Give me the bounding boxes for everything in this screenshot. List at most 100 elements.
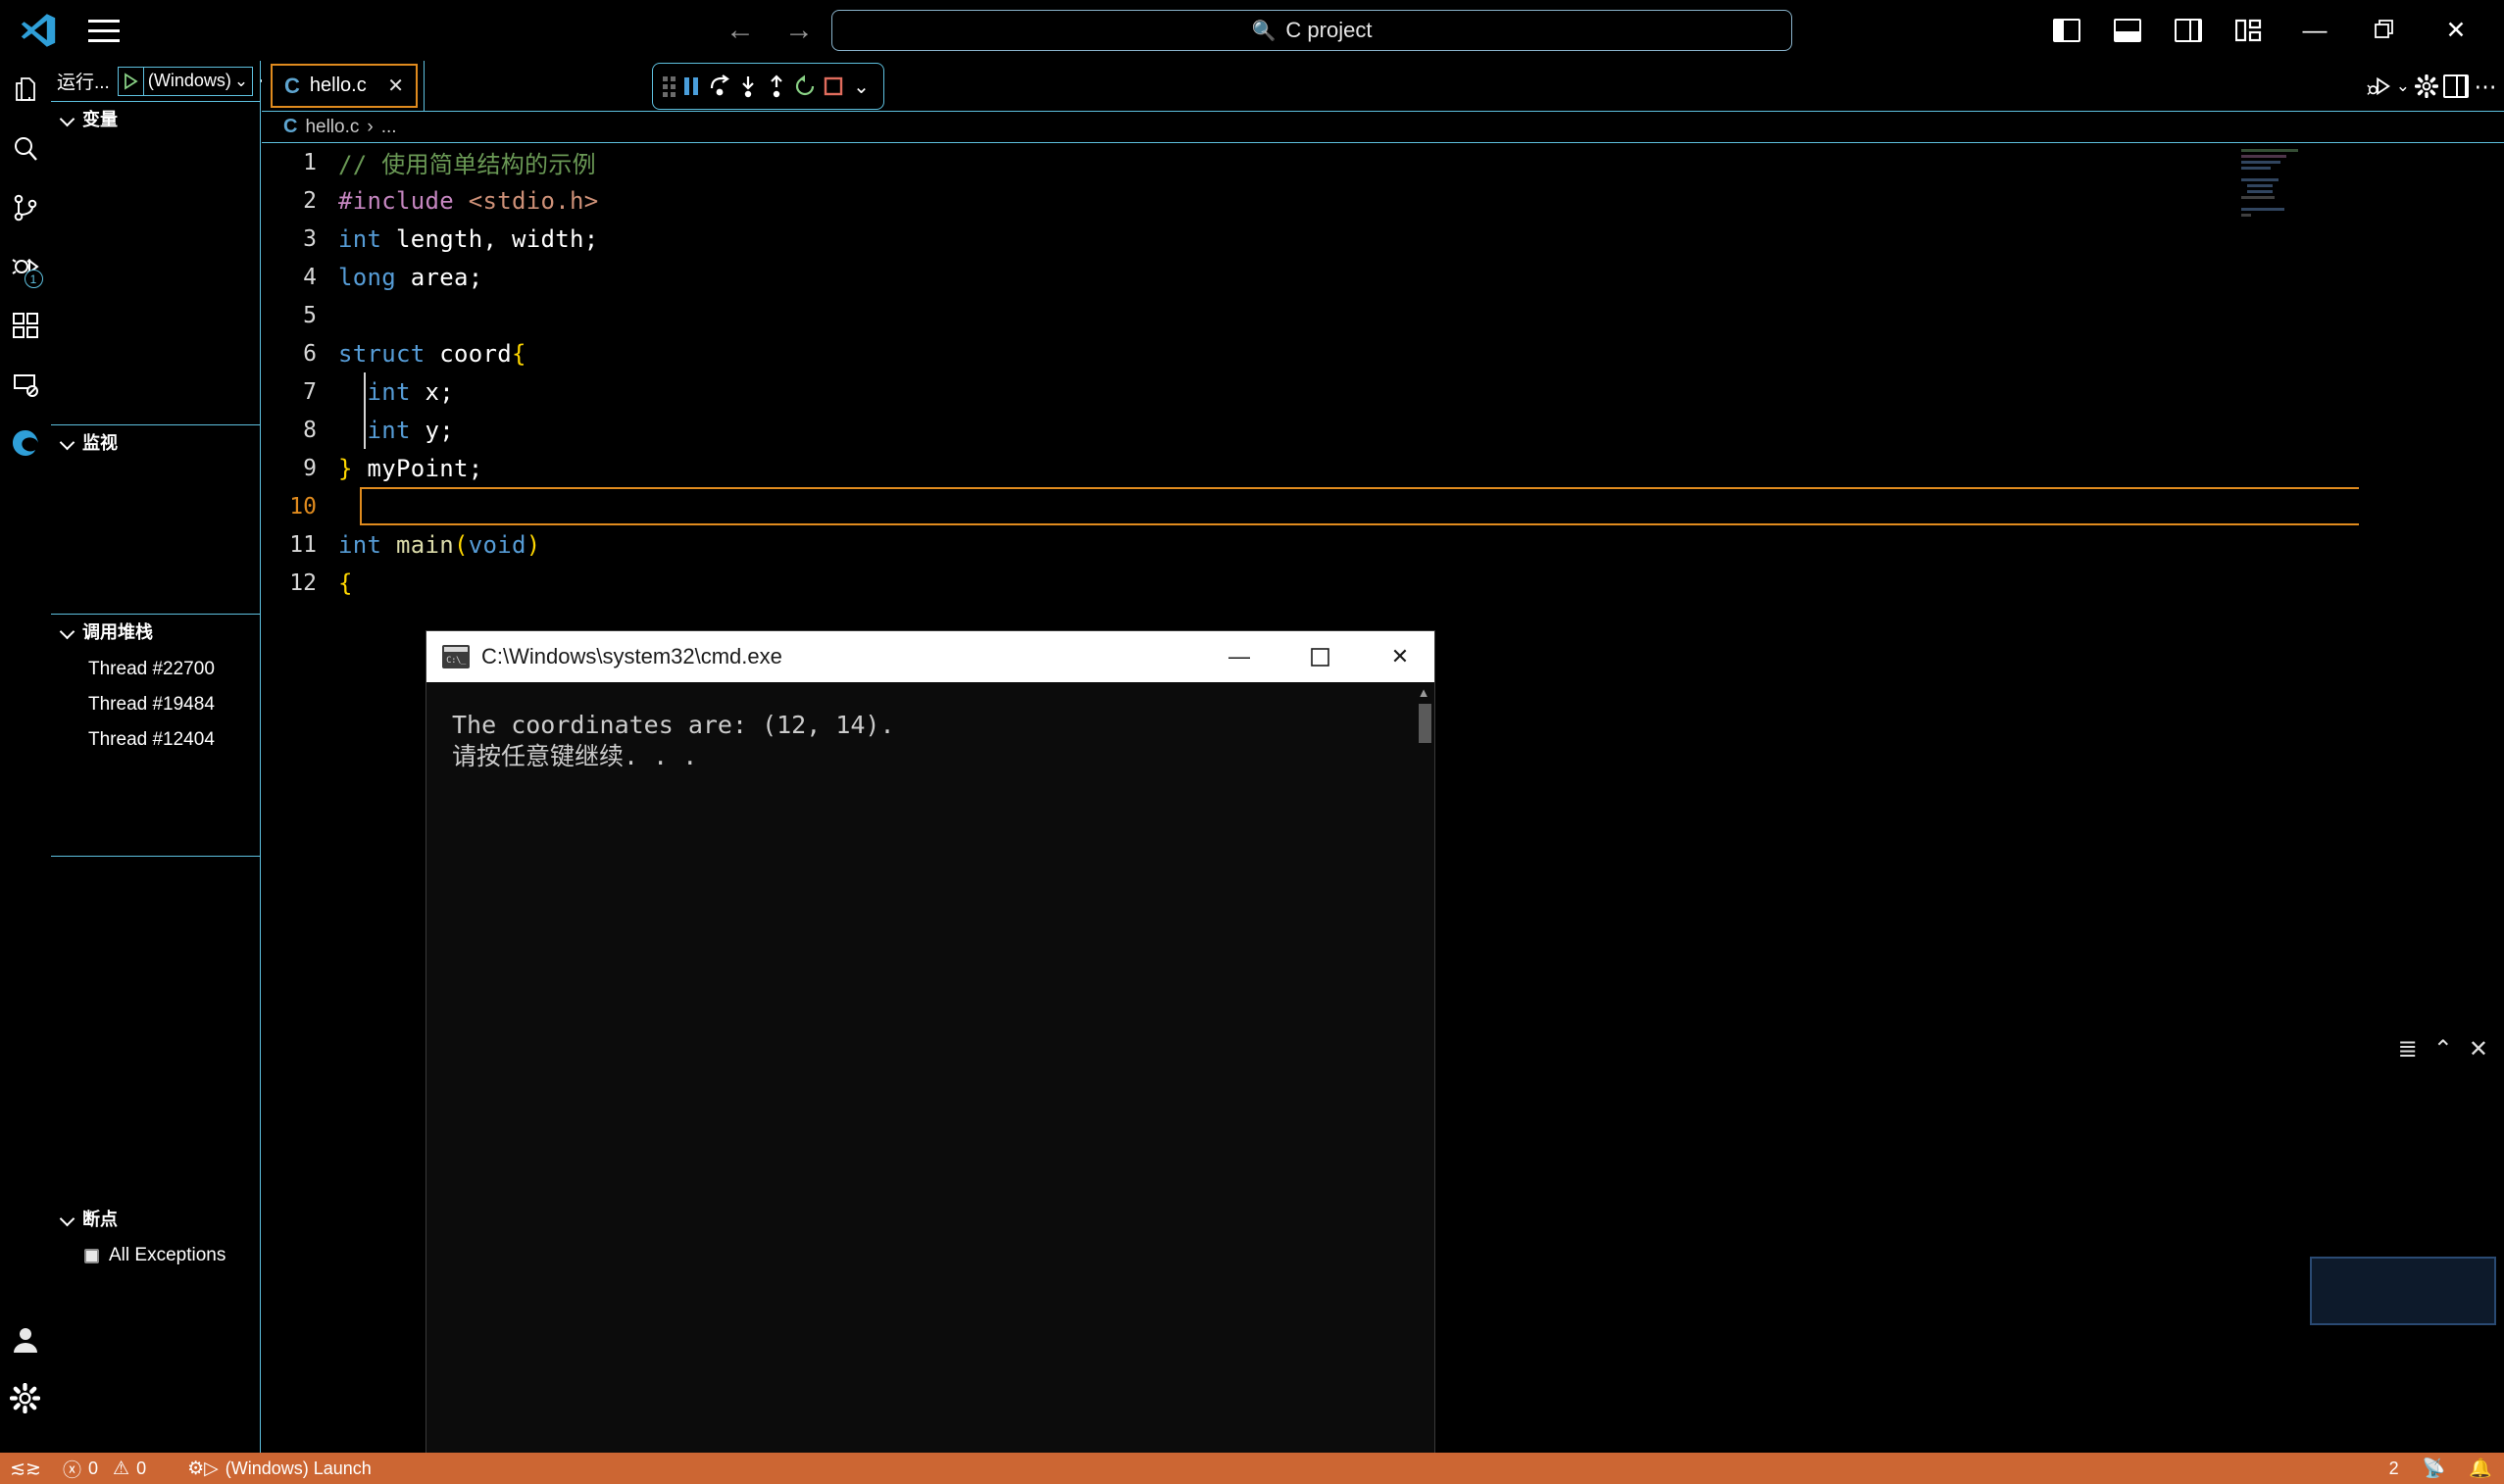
code-text[interactable]: // 使用简单结构的示例: [338, 145, 596, 179]
sidebar-item-search[interactable]: [0, 120, 51, 178]
forward-arrow-icon[interactable]: →: [784, 16, 814, 45]
remote-indicator[interactable]: ≲≳: [0, 1453, 51, 1484]
code-text[interactable]: int length, width;: [338, 225, 599, 253]
code-line[interactable]: 9 } myPoint;: [262, 449, 2504, 487]
cmd-window[interactable]: C:\_ C:\Windows\system32\cmd.exe — ✕ The…: [426, 630, 1435, 1484]
step-into-button[interactable]: [735, 72, 761, 101]
c-file-icon: C: [284, 73, 300, 98]
start-debugging-button[interactable]: [119, 67, 144, 95]
code-line[interactable]: 7 int x;: [262, 372, 2504, 411]
panel-collapse-icon[interactable]: ⌃: [2433, 1035, 2453, 1064]
code-line[interactable]: 3 int length, width;: [262, 220, 2504, 258]
code-line[interactable]: 4 long area;: [262, 258, 2504, 296]
code-text[interactable]: int x;: [338, 378, 454, 406]
list-item[interactable]: Thread #22700: [51, 652, 260, 687]
code-line[interactable]: 2 #include <stdio.h>: [262, 181, 2504, 220]
stop-button[interactable]: [821, 72, 846, 101]
code-text[interactable]: long area;: [338, 264, 483, 291]
pause-button[interactable]: [678, 72, 704, 101]
panel-list-icon[interactable]: ≣: [2398, 1035, 2418, 1064]
close-icon[interactable]: ✕: [387, 74, 404, 98]
manage-settings-button[interactable]: [0, 1368, 51, 1427]
code-line[interactable]: 8 int y;: [262, 411, 2504, 449]
breakpoint-checkbox[interactable]: [84, 1248, 99, 1263]
cmd-title-bar[interactable]: C:\_ C:\Windows\system32\cmd.exe — ✕: [426, 631, 1434, 682]
sidebar-item-edge-tools[interactable]: [0, 414, 51, 472]
split-editor-button[interactable]: [2443, 72, 2469, 101]
hamburger-menu-icon[interactable]: [82, 11, 125, 50]
breadcrumb[interactable]: C hello.c › ...: [262, 112, 2504, 143]
customize-layout-button[interactable]: [2224, 8, 2275, 53]
toggle-secondary-sidebar-button[interactable]: [2163, 8, 2214, 53]
code-line[interactable]: 5: [262, 296, 2504, 334]
code-lines[interactable]: 1 // 使用简单结构的示例 2 #include <stdio.h> 3 int len…: [262, 143, 2504, 602]
code-token: length, width;: [381, 224, 599, 253]
cmd-maximize-button[interactable]: [1285, 631, 1354, 682]
list-item[interactable]: Thread #12404: [51, 722, 260, 758]
sidebar-item-run-and-debug[interactable]: 1: [0, 237, 51, 296]
scroll-thumb[interactable]: [1419, 704, 1431, 743]
sidebar-item-source-control[interactable]: [0, 178, 51, 237]
code-line[interactable]: 10: [262, 487, 2504, 525]
code-text[interactable]: int main(void): [338, 531, 541, 559]
toggle-primary-sidebar-button[interactable]: [2041, 8, 2092, 53]
section-call-stack-header[interactable]: 调用堆栈: [51, 615, 260, 648]
status-badge[interactable]: ⓧ 0 ⚠ 0: [51, 1453, 158, 1484]
list-item[interactable]: Thread #19484: [51, 687, 260, 722]
cmd-minimize-button[interactable]: —: [1205, 631, 1274, 682]
code-line[interactable]: 12 {: [262, 564, 2504, 602]
sidebar-item-explorer[interactable]: [0, 61, 51, 120]
code-text[interactable]: {: [338, 569, 353, 597]
status-bar-right: 2 📡 🔔: [2378, 1453, 2504, 1484]
back-arrow-icon[interactable]: ←: [726, 16, 755, 45]
section-watch-header[interactable]: 监视: [51, 425, 260, 459]
editor-settings-button[interactable]: [2414, 72, 2439, 101]
cmd-output[interactable]: The coordinates are: (12, 14). 请按任意键继续. …: [426, 682, 1434, 1483]
sidebar-item-extensions[interactable]: [0, 296, 51, 355]
cmd-scrollbar[interactable]: ▲: [1413, 682, 1434, 1483]
cmd-close-button[interactable]: ✕: [1366, 631, 1434, 682]
debug-toolbar[interactable]: ⌄: [652, 63, 884, 110]
c-file-icon: C: [283, 116, 298, 137]
more-actions-button[interactable]: ⋯: [2473, 72, 2498, 101]
close-button[interactable]: ✕: [2426, 0, 2486, 61]
list-item[interactable]: All Exceptions: [51, 1239, 260, 1272]
bell-icon[interactable]: 🔔: [2457, 1453, 2504, 1484]
drag-dots-icon[interactable]: [662, 75, 676, 97]
broadcast-icon[interactable]: 📡: [2411, 1453, 2458, 1484]
code-line[interactable]: 1 // 使用简单结构的示例: [262, 143, 2504, 181]
toggle-panel-button[interactable]: [2102, 8, 2153, 53]
panel-close-icon[interactable]: ✕: [2469, 1035, 2488, 1064]
maximize-button[interactable]: [2355, 0, 2416, 61]
restart-button[interactable]: [792, 72, 818, 101]
run-or-debug-button[interactable]: ⌄: [2367, 72, 2410, 101]
run-label: 运行...: [57, 73, 110, 93]
debug-more-button[interactable]: ⌄: [849, 72, 875, 101]
tab-hello-c[interactable]: C hello.c ✕: [271, 64, 418, 108]
code-text[interactable]: int y;: [338, 417, 454, 444]
code-line[interactable]: 6 struct coord{: [262, 334, 2504, 372]
launch-config-value[interactable]: (Windows) ⌄: [144, 71, 252, 91]
accounts-button[interactable]: [0, 1310, 51, 1368]
launch-config-select[interactable]: (Windows) ⌄: [117, 66, 254, 96]
command-center-search[interactable]: 🔍 C project: [831, 10, 1792, 51]
step-over-button[interactable]: [707, 72, 732, 101]
errors-count: 0: [88, 1458, 99, 1478]
code-text[interactable]: struct coord{: [338, 340, 526, 368]
status-right-count[interactable]: 2: [2378, 1453, 2411, 1484]
cmd-title-text: C:\Windows\system32\cmd.exe: [481, 644, 782, 668]
code-text[interactable]: #include <stdio.h>: [338, 187, 599, 215]
section-variables-header[interactable]: 变量: [51, 102, 260, 135]
step-out-button[interactable]: [764, 72, 789, 101]
section-breakpoints-header[interactable]: 断点: [51, 1202, 260, 1235]
code-text[interactable]: } myPoint;: [338, 455, 483, 482]
debug-session-indicator[interactable]: ⚙▷ (Windows) Launch: [175, 1453, 383, 1484]
line-number: 9: [303, 455, 317, 481]
code-line[interactable]: 11 int main(void): [262, 525, 2504, 564]
minimize-button[interactable]: —: [2284, 0, 2345, 61]
breadcrumb-file[interactable]: hello.c: [305, 117, 359, 138]
search-icon: [14, 137, 37, 161]
scroll-up-icon[interactable]: ▲: [1413, 682, 1434, 702]
breadcrumb-rest[interactable]: ...: [381, 117, 397, 138]
sidebar-item-remote-explorer[interactable]: [0, 355, 51, 414]
